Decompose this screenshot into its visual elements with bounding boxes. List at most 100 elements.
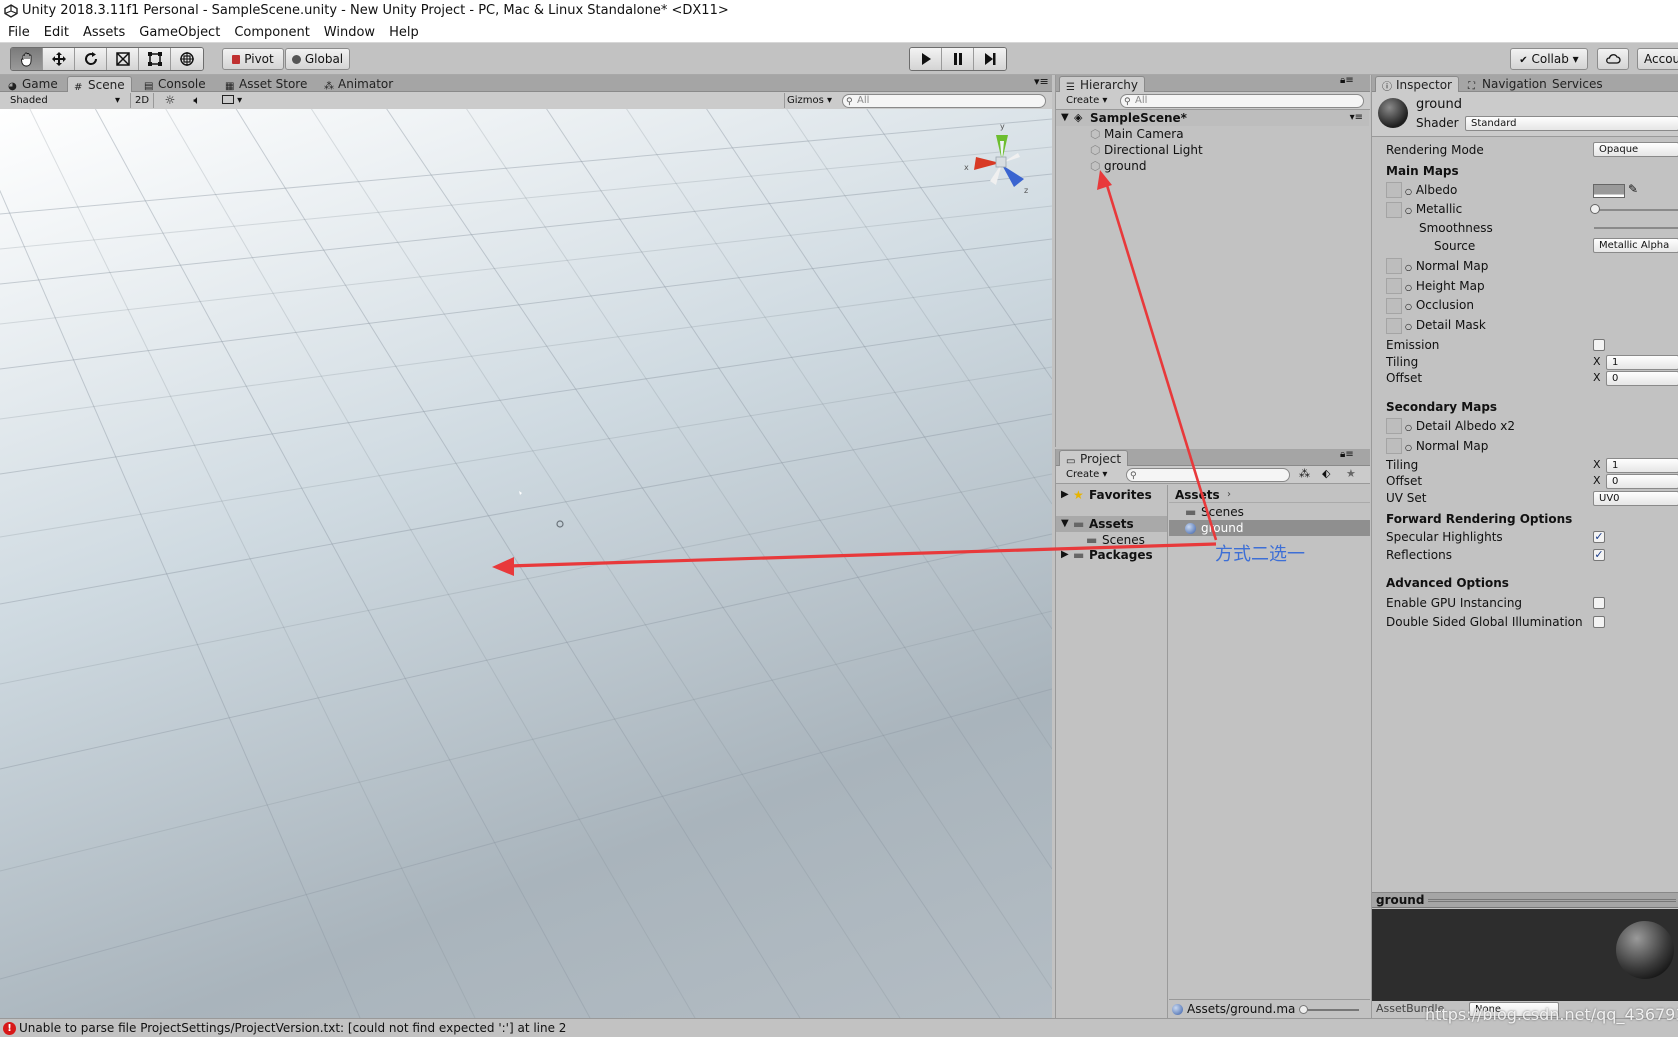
project-breadcrumb[interactable]: Assets › xyxy=(1169,487,1370,503)
audio-toggle-button[interactable]: 🔈︎ xyxy=(186,93,208,108)
offset-x-input[interactable]: 0 xyxy=(1606,371,1678,386)
tree-packages[interactable]: ▶ ▬ Packages xyxy=(1056,547,1167,563)
gizmos-dropdown[interactable]: Gizmos ▾ xyxy=(784,93,836,108)
lighting-toggle-button[interactable]: ☼ xyxy=(160,93,180,108)
project-search-input[interactable]: ⚲ xyxy=(1126,468,1290,482)
occlusion-slot[interactable] xyxy=(1386,298,1402,314)
menu-file[interactable]: File xyxy=(0,22,37,43)
step-button[interactable] xyxy=(974,48,1006,70)
project-lock-icon[interactable]: 🔒︎≡ xyxy=(1340,449,1354,460)
secondary-tiling-x-input[interactable]: 1 xyxy=(1606,458,1678,473)
tiling-x-input[interactable]: 1 xyxy=(1606,355,1678,370)
detail-albedo-slot[interactable] xyxy=(1386,418,1402,434)
hierarchy-item[interactable]: ⬡ Directional Light xyxy=(1056,142,1369,158)
gpu-instancing-checkbox[interactable] xyxy=(1593,597,1605,609)
hierarchy-item[interactable]: ⬡ Main Camera xyxy=(1056,126,1369,142)
texture-picker-icon[interactable]: ○ xyxy=(1405,206,1412,215)
hierarchy-item[interactable]: ⬡ ground xyxy=(1056,158,1369,174)
secondary-offset-x-input[interactable]: 0 xyxy=(1606,474,1678,489)
filter-label-icon[interactable]: ⬖ xyxy=(1322,467,1330,480)
scale-tool-button[interactable] xyxy=(107,48,139,70)
preview-header[interactable]: ground xyxy=(1372,892,1678,908)
orientation-gizmo[interactable]: y x z xyxy=(960,115,1040,205)
albedo-texture-slot[interactable] xyxy=(1386,182,1402,198)
preview-drag-handle[interactable] xyxy=(1428,899,1676,902)
detail-mask-slot[interactable] xyxy=(1386,318,1402,334)
menu-help[interactable]: Help xyxy=(382,22,426,43)
texture-picker-icon[interactable]: ○ xyxy=(1405,423,1412,432)
play-button[interactable] xyxy=(910,48,942,70)
texture-picker-icon[interactable]: ○ xyxy=(1405,322,1412,331)
scene-options-icon[interactable]: ▾≡ xyxy=(1350,110,1363,126)
shader-dropdown[interactable]: Standard xyxy=(1465,116,1678,131)
texture-picker-icon[interactable]: ○ xyxy=(1405,187,1412,196)
menu-window[interactable]: Window xyxy=(317,22,382,43)
rotate-tool-button[interactable] xyxy=(75,48,107,70)
hierarchy-create-dropdown[interactable]: Create ▾ xyxy=(1066,93,1116,108)
pause-button[interactable] xyxy=(942,48,974,70)
global-toggle-button[interactable]: Global xyxy=(285,48,350,70)
source-dropdown[interactable]: Metallic Alpha xyxy=(1593,238,1678,253)
texture-picker-icon[interactable]: ○ xyxy=(1405,302,1412,311)
specular-highlights-checkbox[interactable]: ✓ xyxy=(1593,531,1605,543)
menu-gameobject[interactable]: GameObject xyxy=(132,22,227,43)
double-sided-gi-checkbox[interactable] xyxy=(1593,616,1605,628)
account-dropdown[interactable]: Accou xyxy=(1637,48,1678,70)
secondary-normal-map-slot[interactable] xyxy=(1386,438,1402,454)
menu-assets[interactable]: Assets xyxy=(76,22,132,43)
scene-search-input[interactable]: ⚲ All xyxy=(842,94,1046,108)
tab-scene[interactable]: # Scene xyxy=(67,76,132,93)
eyedropper-icon[interactable]: ✎ xyxy=(1628,182,1638,196)
project-create-dropdown[interactable]: Create ▾ xyxy=(1066,467,1116,482)
tab-services[interactable]: Services xyxy=(1546,76,1609,92)
panel-menu-icon[interactable]: ▾≡ xyxy=(1034,75,1049,88)
rendering-mode-dropdown[interactable]: Opaque xyxy=(1593,142,1678,157)
metallic-slider-track[interactable] xyxy=(1594,209,1678,211)
pivot-toggle-button[interactable]: Pivot xyxy=(222,48,284,70)
2d-toggle-button[interactable]: 2D xyxy=(130,93,154,108)
tab-navigation[interactable]: ⛶ Navigation xyxy=(1462,76,1553,92)
tab-project[interactable]: ▭ Project xyxy=(1059,450,1129,467)
slider-handle[interactable] xyxy=(1299,1005,1308,1014)
tab-inspector[interactable]: ⓘ Inspector xyxy=(1375,76,1459,93)
metallic-slider-handle[interactable] xyxy=(1590,204,1600,214)
rect-tool-button[interactable] xyxy=(139,48,171,70)
reflections-checkbox[interactable]: ✓ xyxy=(1593,549,1605,561)
effects-dropdown[interactable]: ▾ xyxy=(218,93,248,108)
material-preview-area[interactable] xyxy=(1372,909,1678,1001)
expand-arrow-icon[interactable]: ▶ xyxy=(1061,487,1069,503)
move-tool-button[interactable] xyxy=(43,48,75,70)
albedo-color-swatch[interactable] xyxy=(1593,184,1625,198)
texture-picker-icon[interactable]: ○ xyxy=(1405,263,1412,272)
hierarchy-lock-icon[interactable]: 🔒︎≡ xyxy=(1340,75,1354,86)
tab-game[interactable]: ◕ Game xyxy=(2,76,64,92)
hand-tool-button[interactable] xyxy=(11,48,43,70)
collab-dropdown[interactable]: ✔ Collab ▾ xyxy=(1510,48,1588,70)
tab-asset-store[interactable]: ▦ Asset Store xyxy=(219,76,313,92)
scene-viewport[interactable]: y x z xyxy=(0,109,1052,1018)
emission-checkbox[interactable] xyxy=(1593,339,1605,351)
hierarchy-search-input[interactable]: ⚲ All xyxy=(1120,94,1364,108)
scene-root-row[interactable]: ▼ ◈ SampleScene* ▾≡ xyxy=(1056,110,1369,126)
texture-picker-icon[interactable]: ○ xyxy=(1405,443,1412,452)
expand-arrow-icon[interactable]: ▼ xyxy=(1061,516,1069,532)
height-map-slot[interactable] xyxy=(1386,278,1402,294)
filter-type-icon[interactable]: ⁂ xyxy=(1299,467,1310,480)
cloud-button[interactable] xyxy=(1597,48,1629,70)
texture-picker-icon[interactable]: ○ xyxy=(1405,283,1412,292)
normal-map-slot[interactable] xyxy=(1386,258,1402,274)
shading-mode-dropdown[interactable]: Shaded ▾ xyxy=(10,93,122,108)
tab-animator[interactable]: ⁂ Animator xyxy=(318,76,399,92)
file-item[interactable]: ▬ Scenes xyxy=(1169,504,1370,520)
metallic-texture-slot[interactable] xyxy=(1386,202,1402,218)
uv-set-dropdown[interactable]: UV0 xyxy=(1593,491,1678,506)
tree-assets[interactable]: ▼ ▬ Assets xyxy=(1056,516,1167,532)
icon-size-slider[interactable] xyxy=(1303,1009,1359,1011)
transform-tool-button[interactable] xyxy=(171,48,203,70)
star-icon[interactable]: ★ xyxy=(1346,467,1356,480)
tab-console[interactable]: ▤ Console xyxy=(138,76,212,92)
expand-arrow-icon[interactable]: ▼ xyxy=(1061,110,1069,126)
expand-arrow-icon[interactable]: ▶ xyxy=(1061,547,1069,563)
menu-component[interactable]: Component xyxy=(227,22,316,43)
file-item-selected[interactable]: ground xyxy=(1169,520,1370,536)
